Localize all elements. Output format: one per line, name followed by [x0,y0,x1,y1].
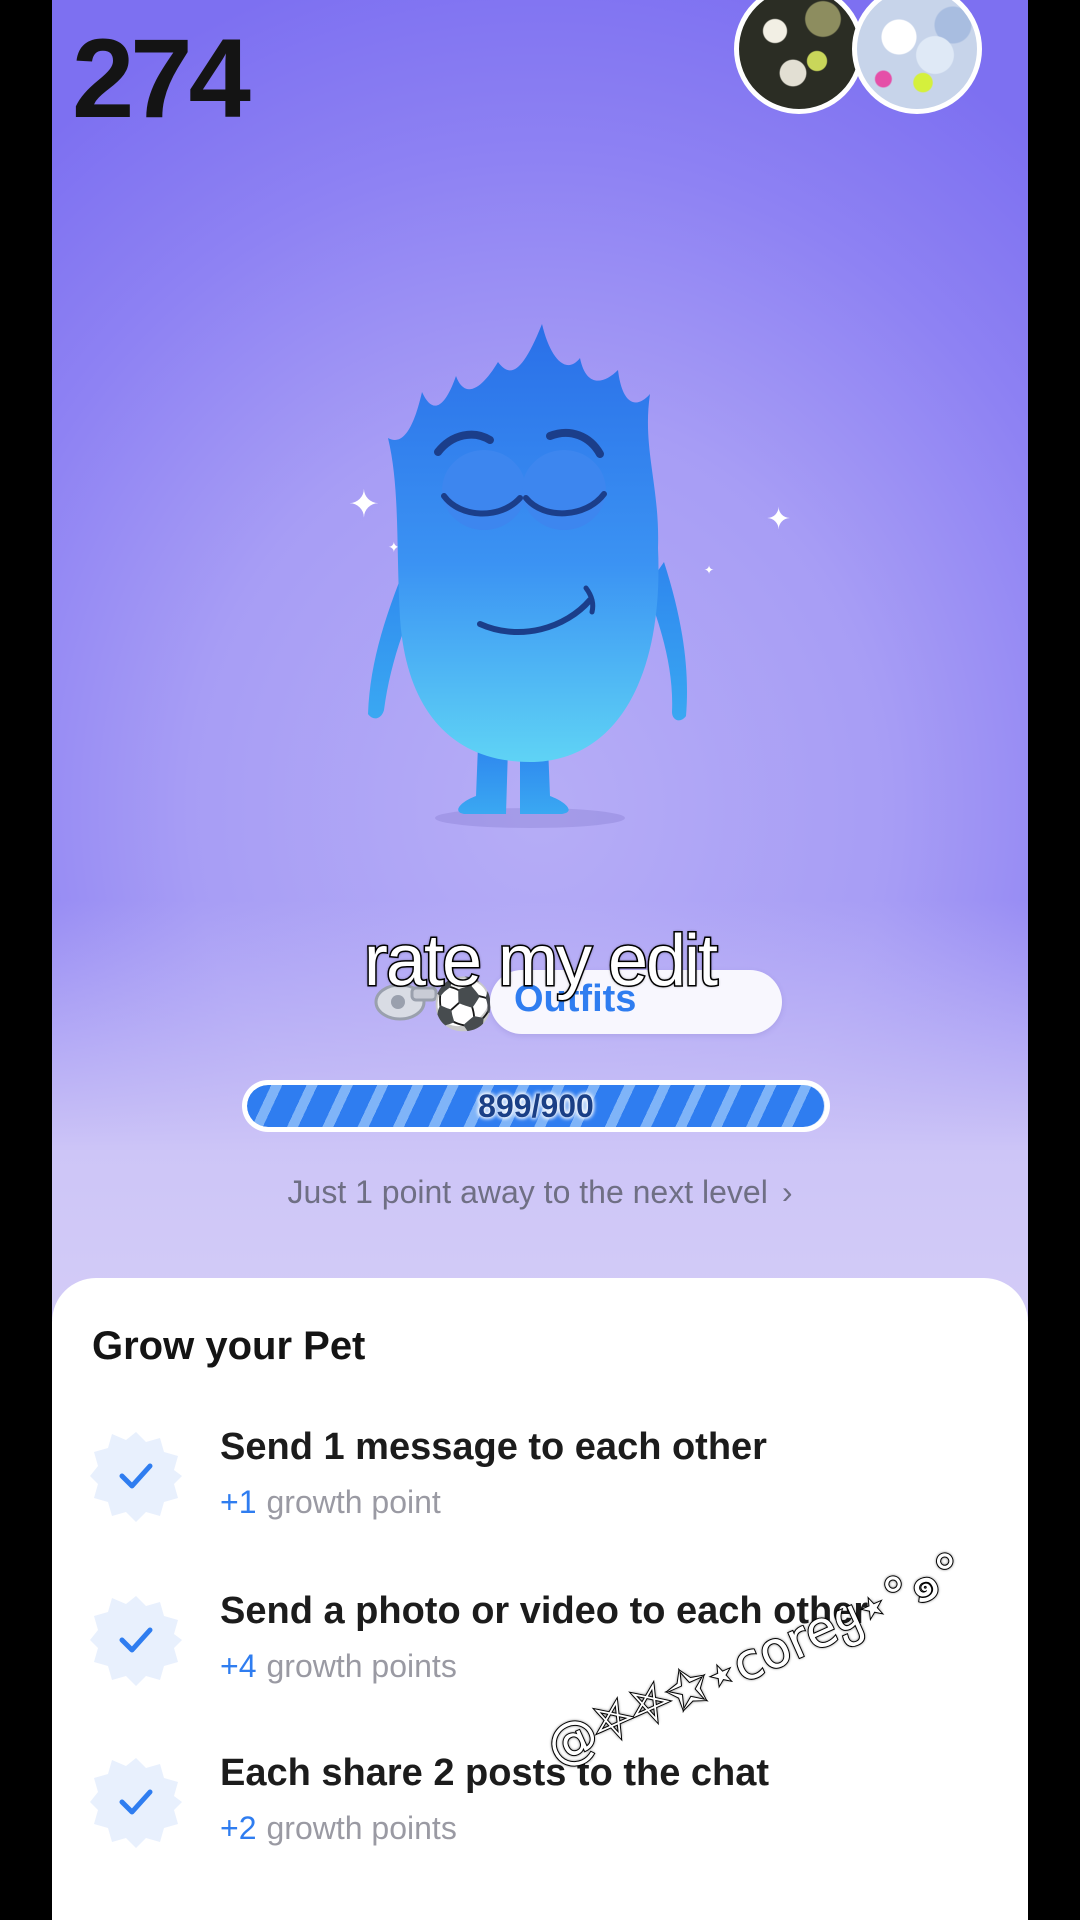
task-points: +4 growth points [220,1648,457,1684]
next-level-link[interactable]: Just 1 point away to the next level › [52,1174,1028,1211]
sparkle-icon: ✦ [766,503,792,536]
friend-avatars[interactable] [734,0,994,124]
check-icon [90,1758,182,1848]
caption-overlay: rate my edit [362,920,719,1003]
task-points: +2 growth points [220,1810,457,1846]
pet-character[interactable] [360,318,720,838]
check-icon [90,1432,182,1522]
progress-track: 899/900 [247,1085,825,1127]
app-screen: 274 ✦ ✦ ✦ ✦ ⚽ Outfits rate my edit 899/9… [52,0,1028,1920]
card-title: Grow your Pet [92,1324,366,1368]
streak-count: 274 [72,16,251,141]
task-item[interactable]: Send 1 message to each other +1 growth po… [90,1426,990,1546]
task-title: Send 1 message to each other [220,1426,767,1468]
next-level-text: Just 1 point away to the next level [287,1174,768,1210]
chevron-right-icon: › [781,1174,793,1210]
growth-progress-bar: 899/900 [242,1080,830,1132]
progress-text: 899/900 [478,1088,594,1124]
task-item[interactable]: Each share 2 posts to the chat +2 growth … [90,1752,990,1872]
task-points: +1 growth point [220,1484,441,1520]
task-title: Each share 2 posts to the chat [220,1752,770,1794]
check-icon [90,1596,182,1686]
avatar[interactable] [734,0,864,114]
avatar[interactable] [852,0,982,114]
